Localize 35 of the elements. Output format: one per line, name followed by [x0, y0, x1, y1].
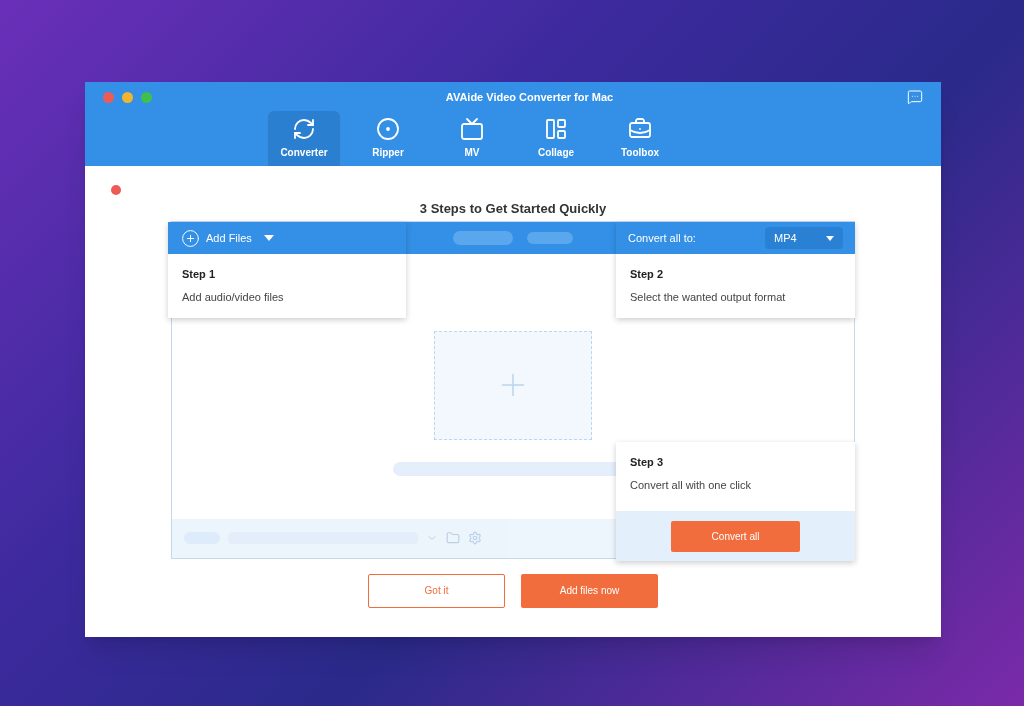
- minimize-window-icon[interactable]: [122, 91, 133, 103]
- step-description: Add audio/video files: [182, 289, 285, 305]
- toolbox-icon: [628, 117, 652, 141]
- maximize-window-icon[interactable]: [141, 91, 152, 103]
- window-title: AVAide Video Converter for Mac: [445, 89, 614, 105]
- refresh-icon: [292, 117, 316, 141]
- dialog-button[interactable]: Got it: [368, 573, 505, 608]
- nav-tab[interactable]: Converter: [268, 111, 340, 166]
- format-dropdown[interactable]: MP4: [765, 227, 843, 249]
- nav-tab[interactable]: Ripper: [352, 111, 424, 166]
- settings-icon: [468, 531, 482, 545]
- nav-tab[interactable]: MV: [436, 111, 508, 166]
- add-icon: [181, 228, 200, 248]
- step-title: Step 1: [182, 267, 216, 282]
- step-description: Convert all with one click: [630, 477, 753, 493]
- close-window-icon[interactable]: [103, 91, 114, 103]
- heading: 3 Steps to Get Started Quickly: [419, 200, 607, 218]
- tv-icon: [460, 117, 484, 141]
- drop-zone[interactable]: [434, 330, 592, 440]
- toggle-pill: [527, 231, 573, 244]
- layout-icon: [544, 117, 568, 141]
- caret-icon: [826, 235, 834, 241]
- toggle-pill: [453, 230, 513, 245]
- feedback-icon[interactable]: [907, 89, 923, 105]
- step-title: Step 2: [630, 267, 664, 282]
- nav-tab[interactable]: Toolbox: [604, 111, 676, 166]
- dialog-button[interactable]: Add files now: [521, 573, 658, 608]
- convert-all-button[interactable]: Convert all: [671, 520, 800, 552]
- record-icon: [376, 117, 400, 141]
- step-description: Select the wanted output format: [630, 289, 787, 305]
- folder-icon: [446, 531, 460, 545]
- convert-all-label: Convert all to:: [628, 230, 696, 246]
- nav-tab[interactable]: Collage: [520, 111, 592, 166]
- caret-icon: [263, 235, 274, 241]
- step-title: Step 3: [630, 455, 664, 470]
